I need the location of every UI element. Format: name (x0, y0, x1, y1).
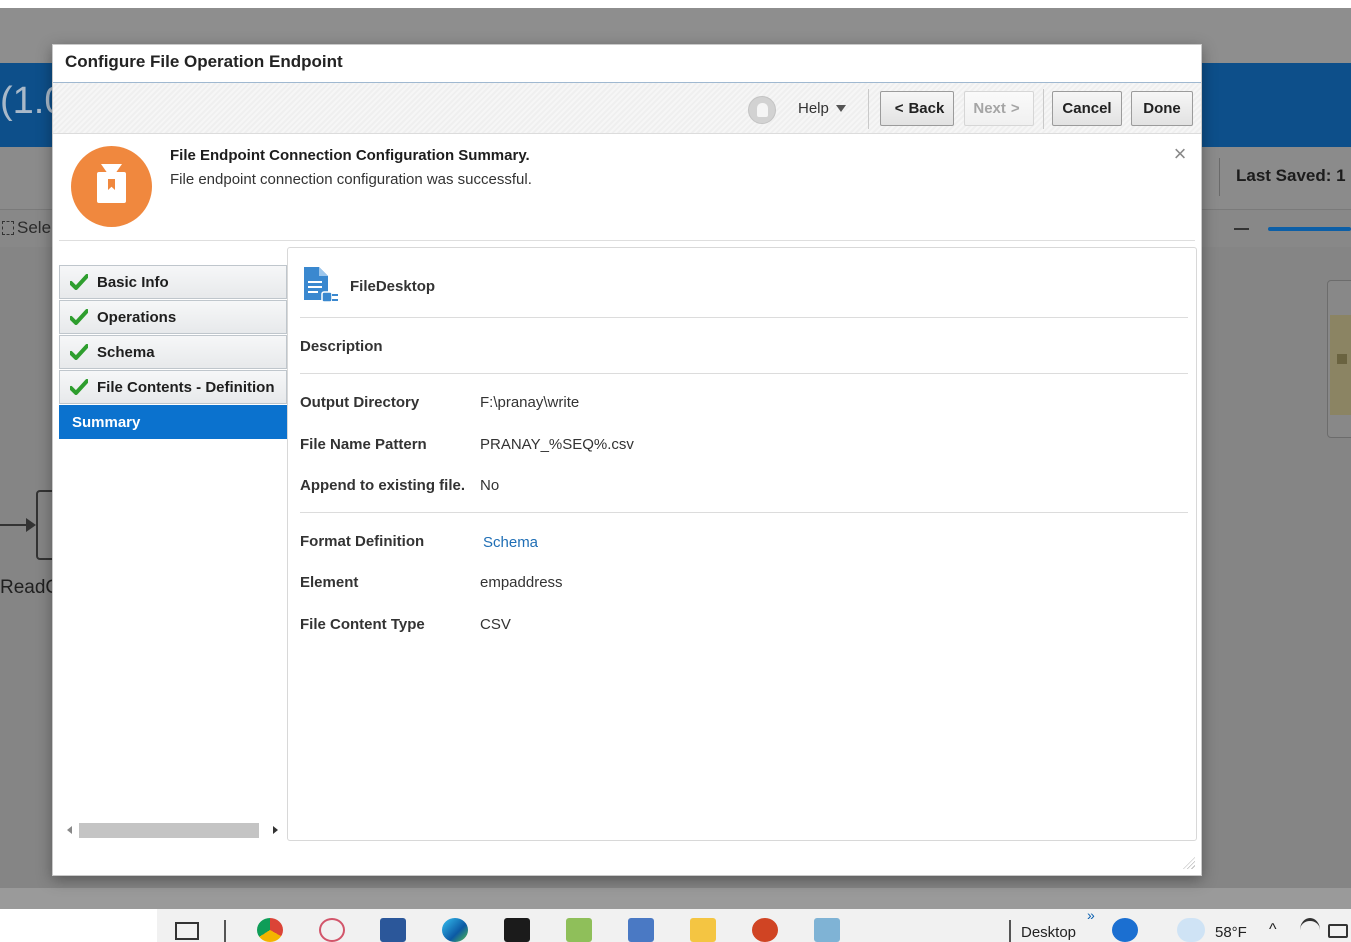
nav-item-basic-info[interactable]: Basic Info (59, 265, 287, 299)
output-directory-label: Output Directory (300, 394, 420, 411)
toolbar-separator (868, 89, 869, 129)
dialog-toolbar: Help < Back Next > Cancel Done (53, 83, 1201, 134)
nav-horizontal-scrollbar[interactable] (59, 821, 287, 839)
top-strip (0, 0, 1351, 8)
nav-item-summary[interactable]: Summary (59, 405, 287, 439)
nav-item-schema[interactable]: Schema (59, 335, 287, 369)
nav-item-label: Schema (97, 343, 155, 361)
next-button-label: Next (973, 100, 1006, 117)
select-icon (2, 221, 14, 235)
configure-endpoint-dialog: Configure File Operation Endpoint Help <… (52, 44, 1202, 876)
cancel-button[interactable]: Cancel (1052, 91, 1122, 126)
temperature-label[interactable]: 58°F (1215, 924, 1247, 941)
chevron-up-icon[interactable]: ^ (1269, 921, 1277, 939)
append-label: Append to existing file. (300, 477, 466, 494)
summary-panel: FileDesktop Description Output Directory… (287, 247, 1197, 841)
file-adapter-icon (302, 266, 340, 306)
user-avatar-icon[interactable] (748, 96, 776, 124)
nav-item-label: Operations (97, 308, 177, 326)
word-icon[interactable] (380, 918, 406, 942)
nav-item-label: Basic Info (97, 273, 169, 291)
select-tool-label: Sele (17, 218, 52, 237)
element-value: empaddress (480, 574, 563, 591)
append-value: No (480, 477, 500, 494)
output-directory-value: F:\pranay\write (480, 394, 580, 411)
file-name-pattern-label: File Name Pattern (300, 436, 427, 453)
notepad-icon[interactable] (814, 918, 840, 942)
nav-item-label: Summary (72, 413, 141, 431)
check-icon (70, 344, 88, 360)
nav-item-label: File Contents - Definition (97, 378, 275, 396)
dialog-title: Configure File Operation Endpoint (53, 45, 1201, 83)
nav-item-operations[interactable]: Operations (59, 300, 287, 334)
weather-cloud-icon[interactable] (1177, 918, 1205, 942)
description-label: Description (300, 338, 383, 355)
taskbar-separator (1009, 920, 1011, 942)
taskbar-separator (224, 920, 226, 942)
chevron-left-icon: < (894, 100, 904, 117)
check-icon (70, 379, 88, 395)
scroll-left-icon[interactable] (67, 826, 72, 834)
background-footer (0, 888, 1351, 909)
edge-icon[interactable] (442, 918, 468, 942)
notepad-plus-icon[interactable] (566, 918, 592, 942)
wizard-nav: Basic Info Operations Schema File Conten… (59, 265, 287, 843)
last-saved-label: Last Saved: 1 (1236, 166, 1346, 185)
desktop-toolbar-label[interactable]: Desktop (1021, 924, 1076, 941)
close-icon[interactable]: × (1171, 143, 1189, 165)
terminal-icon[interactable] (504, 918, 530, 942)
file-content-type-value: CSV (480, 616, 511, 633)
format-definition-label: Format Definition (300, 533, 425, 550)
volume-icon[interactable] (1328, 924, 1348, 938)
file-name-pattern-value: PRANAY_%SEQ%.csv (480, 436, 634, 453)
done-button[interactable]: Done (1131, 91, 1193, 126)
success-badge-icon (71, 146, 152, 227)
chrome-icon[interactable] (257, 918, 283, 942)
help-menu[interactable]: Help (798, 100, 846, 117)
select-tool: Sele (2, 218, 51, 238)
divider (300, 373, 1188, 374)
message-title: File Endpoint Connection Configuration S… (170, 147, 530, 164)
toolbar-overflow-icon[interactable]: » (1087, 907, 1095, 923)
divider (300, 512, 1188, 513)
help-icon[interactable] (1112, 918, 1138, 942)
chevron-right-icon: > (1010, 100, 1020, 117)
taskbar-left-area (0, 909, 157, 942)
flow-node-label: ReadC (0, 577, 60, 598)
endpoint-name: FileDesktop (350, 278, 436, 295)
toolbar-divider (1219, 158, 1220, 196)
powerpoint-icon[interactable] (752, 918, 778, 942)
right-panel-item (1330, 315, 1351, 415)
message-text: File endpoint connection configuration w… (170, 171, 532, 188)
summary-message-banner: File Endpoint Connection Configuration S… (59, 134, 1195, 241)
divider (300, 317, 1188, 318)
snipping-tool-icon[interactable] (319, 918, 345, 942)
element-label: Element (300, 574, 359, 591)
scrollbar-thumb[interactable] (79, 823, 259, 838)
format-definition-link[interactable]: Schema (483, 534, 538, 551)
file-explorer-icon[interactable] (690, 918, 716, 942)
file-content-type-label: File Content Type (300, 616, 425, 633)
chevron-down-icon (835, 105, 846, 112)
nav-item-file-contents-definition[interactable]: File Contents - Definition (59, 370, 287, 404)
resize-grip-icon[interactable] (1183, 857, 1195, 869)
check-icon (70, 274, 88, 290)
flow-arrowhead-icon (26, 518, 36, 532)
back-button[interactable]: < Back (880, 91, 954, 126)
wifi-icon[interactable] (1300, 918, 1320, 942)
next-button[interactable]: Next > (964, 91, 1034, 126)
help-label: Help (798, 100, 829, 117)
zoom-out-icon (1234, 228, 1249, 230)
scroll-right-icon[interactable] (273, 826, 278, 834)
zoom-slider (1268, 227, 1351, 231)
check-icon (70, 309, 88, 325)
task-view-icon[interactable] (175, 922, 199, 940)
back-button-label: Back (908, 100, 945, 117)
remote-desktop-icon[interactable] (628, 918, 654, 942)
right-panel-handle-icon (1337, 354, 1347, 364)
toolbar-separator (1043, 89, 1044, 129)
